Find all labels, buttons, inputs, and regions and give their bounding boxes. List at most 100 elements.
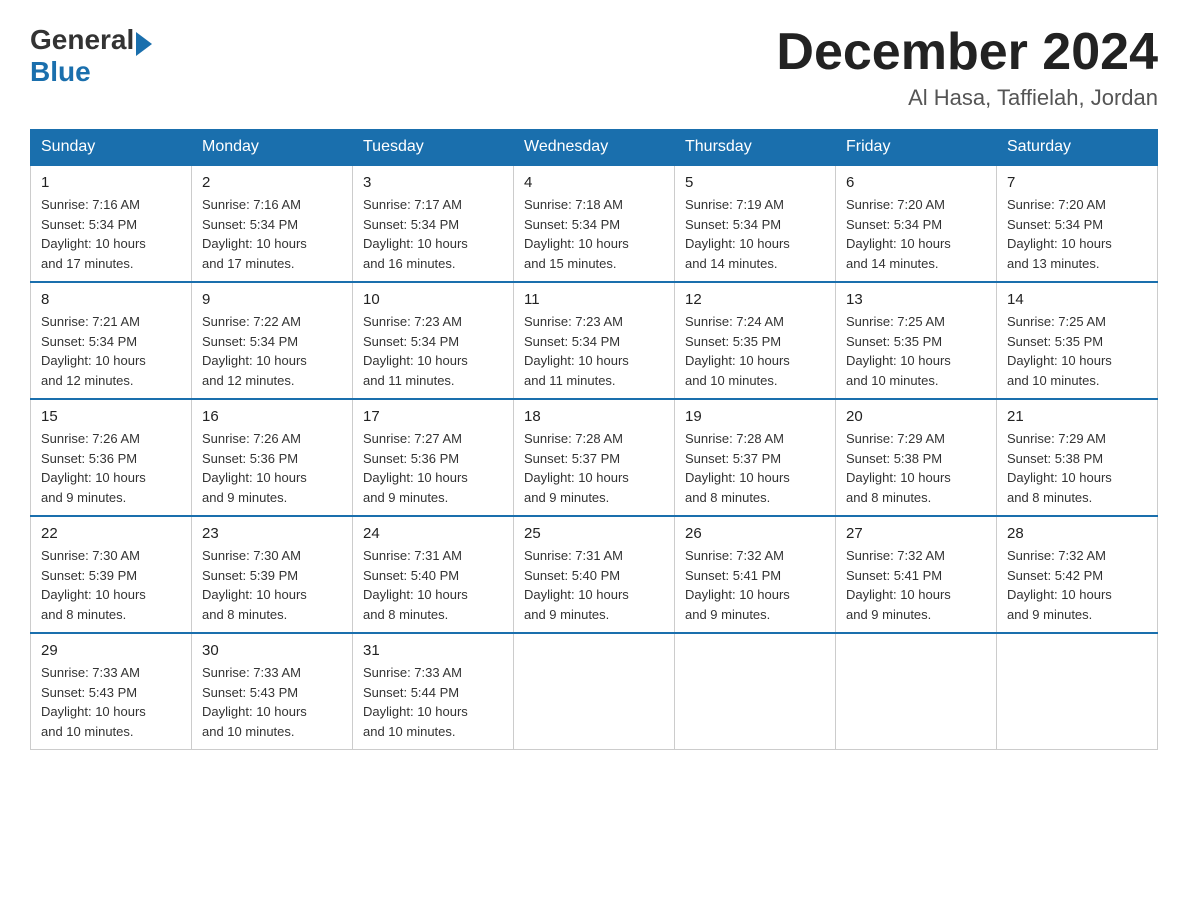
calendar-cell: 3Sunrise: 7:17 AM Sunset: 5:34 PM Daylig… bbox=[353, 165, 514, 282]
calendar-cell: 2Sunrise: 7:16 AM Sunset: 5:34 PM Daylig… bbox=[192, 165, 353, 282]
calendar-week-row: 29 Sunrise: 7:33 AM Sunset: 5:43 PM Dayli… bbox=[31, 633, 1158, 750]
day-info: Sunrise: 7:22 AM Sunset: 5:34 PM Dayligh… bbox=[202, 312, 342, 390]
calendar-cell: 4 Sunrise: 7:18 AM Sunset: 5:34 PM Daylig… bbox=[514, 165, 675, 282]
day-info: Sunrise: 7:27 AM Sunset: 5:36 PM Dayligh… bbox=[363, 429, 503, 507]
day-info: Sunrise: 7:29 AM Sunset: 5:38 PM Dayligh… bbox=[846, 429, 986, 507]
day-number: 28 bbox=[1007, 525, 1147, 542]
day-info: Sunrise: 7:18 AM Sunset: 5:34 PM Dayligh… bbox=[524, 195, 664, 273]
day-info: Sunrise: 7:16 AM Sunset: 5:34 PM Dayligh… bbox=[41, 195, 181, 273]
calendar-cell: 17 Sunrise: 7:27 AM Sunset: 5:36 PM Dayli… bbox=[353, 399, 514, 516]
calendar-cell bbox=[675, 633, 836, 750]
day-number: 19 bbox=[685, 408, 825, 425]
calendar-cell: 19 Sunrise: 7:28 AM Sunset: 5:37 PM Dayli… bbox=[675, 399, 836, 516]
calendar-cell: 12 Sunrise: 7:24 AM Sunset: 5:35 PM Dayli… bbox=[675, 282, 836, 399]
calendar-week-row: 8 Sunrise: 7:21 AM Sunset: 5:34 PM Daylig… bbox=[31, 282, 1158, 399]
day-info: Sunrise: 7:23 AM Sunset: 5:34 PM Dayligh… bbox=[363, 312, 503, 390]
logo-blue-text: Blue bbox=[30, 56, 91, 88]
calendar-table: SundayMondayTuesdayWednesdayThursdayFrid… bbox=[30, 129, 1158, 750]
title-section: December 2024 Al Hasa, Taffielah, Jordan bbox=[776, 24, 1158, 111]
day-info: Sunrise: 7:24 AM Sunset: 5:35 PM Dayligh… bbox=[685, 312, 825, 390]
day-number: 3 bbox=[363, 174, 503, 191]
day-number: 4 bbox=[524, 174, 664, 191]
day-info: Sunrise: 7:28 AM Sunset: 5:37 PM Dayligh… bbox=[685, 429, 825, 507]
calendar-cell bbox=[836, 633, 997, 750]
calendar-cell: 20 Sunrise: 7:29 AM Sunset: 5:38 PM Dayli… bbox=[836, 399, 997, 516]
day-number: 27 bbox=[846, 525, 986, 542]
day-number: 15 bbox=[41, 408, 181, 425]
day-number: 10 bbox=[363, 291, 503, 308]
calendar-header-saturday: Saturday bbox=[997, 130, 1158, 166]
day-number: 6 bbox=[846, 174, 986, 191]
calendar-header-row: SundayMondayTuesdayWednesdayThursdayFrid… bbox=[31, 130, 1158, 166]
day-number: 14 bbox=[1007, 291, 1147, 308]
calendar-cell: 25Sunrise: 7:31 AM Sunset: 5:40 PM Dayli… bbox=[514, 516, 675, 633]
calendar-cell: 14Sunrise: 7:25 AM Sunset: 5:35 PM Dayli… bbox=[997, 282, 1158, 399]
day-info: Sunrise: 7:20 AM Sunset: 5:34 PM Dayligh… bbox=[1007, 195, 1147, 273]
day-info: Sunrise: 7:33 AM Sunset: 5:43 PM Dayligh… bbox=[41, 663, 181, 741]
day-info: Sunrise: 7:33 AM Sunset: 5:44 PM Dayligh… bbox=[363, 663, 503, 741]
calendar-cell: 9 Sunrise: 7:22 AM Sunset: 5:34 PM Daylig… bbox=[192, 282, 353, 399]
calendar-cell bbox=[514, 633, 675, 750]
calendar-cell: 1 Sunrise: 7:16 AM Sunset: 5:34 PM Daylig… bbox=[31, 165, 192, 282]
logo: General Blue bbox=[30, 24, 152, 88]
calendar-cell: 11 Sunrise: 7:23 AM Sunset: 5:34 PM Dayli… bbox=[514, 282, 675, 399]
day-number: 31 bbox=[363, 642, 503, 659]
day-number: 8 bbox=[41, 291, 181, 308]
logo-general-text: General bbox=[30, 24, 134, 56]
calendar-cell: 6 Sunrise: 7:20 AM Sunset: 5:34 PM Daylig… bbox=[836, 165, 997, 282]
day-number: 22 bbox=[41, 525, 181, 542]
day-info: Sunrise: 7:31 AM Sunset: 5:40 PM Dayligh… bbox=[363, 546, 503, 624]
calendar-cell: 13Sunrise: 7:25 AM Sunset: 5:35 PM Dayli… bbox=[836, 282, 997, 399]
calendar-cell: 16 Sunrise: 7:26 AM Sunset: 5:36 PM Dayli… bbox=[192, 399, 353, 516]
day-info: Sunrise: 7:23 AM Sunset: 5:34 PM Dayligh… bbox=[524, 312, 664, 390]
calendar-cell: 22 Sunrise: 7:30 AM Sunset: 5:39 PM Dayli… bbox=[31, 516, 192, 633]
calendar-header-monday: Monday bbox=[192, 130, 353, 166]
calendar-cell: 15 Sunrise: 7:26 AM Sunset: 5:36 PM Dayli… bbox=[31, 399, 192, 516]
calendar-cell: 28Sunrise: 7:32 AM Sunset: 5:42 PM Dayli… bbox=[997, 516, 1158, 633]
day-info: Sunrise: 7:33 AM Sunset: 5:43 PM Dayligh… bbox=[202, 663, 342, 741]
day-number: 29 bbox=[41, 642, 181, 659]
day-info: Sunrise: 7:30 AM Sunset: 5:39 PM Dayligh… bbox=[41, 546, 181, 624]
calendar-cell: 30Sunrise: 7:33 AM Sunset: 5:43 PM Dayli… bbox=[192, 633, 353, 750]
day-info: Sunrise: 7:26 AM Sunset: 5:36 PM Dayligh… bbox=[202, 429, 342, 507]
calendar-cell: 26 Sunrise: 7:32 AM Sunset: 5:41 PM Dayli… bbox=[675, 516, 836, 633]
calendar-cell: 23Sunrise: 7:30 AM Sunset: 5:39 PM Dayli… bbox=[192, 516, 353, 633]
day-info: Sunrise: 7:28 AM Sunset: 5:37 PM Dayligh… bbox=[524, 429, 664, 507]
calendar-week-row: 1 Sunrise: 7:16 AM Sunset: 5:34 PM Daylig… bbox=[31, 165, 1158, 282]
day-info: Sunrise: 7:21 AM Sunset: 5:34 PM Dayligh… bbox=[41, 312, 181, 390]
day-info: Sunrise: 7:20 AM Sunset: 5:34 PM Dayligh… bbox=[846, 195, 986, 273]
day-number: 1 bbox=[41, 174, 181, 191]
calendar-cell: 5Sunrise: 7:19 AM Sunset: 5:34 PM Daylig… bbox=[675, 165, 836, 282]
day-number: 21 bbox=[1007, 408, 1147, 425]
calendar-week-row: 22 Sunrise: 7:30 AM Sunset: 5:39 PM Dayli… bbox=[31, 516, 1158, 633]
day-info: Sunrise: 7:26 AM Sunset: 5:36 PM Dayligh… bbox=[41, 429, 181, 507]
day-info: Sunrise: 7:19 AM Sunset: 5:34 PM Dayligh… bbox=[685, 195, 825, 273]
day-info: Sunrise: 7:30 AM Sunset: 5:39 PM Dayligh… bbox=[202, 546, 342, 624]
calendar-cell: 8 Sunrise: 7:21 AM Sunset: 5:34 PM Daylig… bbox=[31, 282, 192, 399]
day-number: 17 bbox=[363, 408, 503, 425]
calendar-header-sunday: Sunday bbox=[31, 130, 192, 166]
day-number: 9 bbox=[202, 291, 342, 308]
logo-arrow-icon bbox=[136, 32, 152, 56]
calendar-cell bbox=[997, 633, 1158, 750]
day-number: 26 bbox=[685, 525, 825, 542]
day-number: 7 bbox=[1007, 174, 1147, 191]
page-header: General Blue December 2024 Al Hasa, Taff… bbox=[30, 24, 1158, 111]
day-info: Sunrise: 7:31 AM Sunset: 5:40 PM Dayligh… bbox=[524, 546, 664, 624]
calendar-cell: 29 Sunrise: 7:33 AM Sunset: 5:43 PM Dayli… bbox=[31, 633, 192, 750]
calendar-week-row: 15 Sunrise: 7:26 AM Sunset: 5:36 PM Dayli… bbox=[31, 399, 1158, 516]
day-number: 20 bbox=[846, 408, 986, 425]
day-number: 12 bbox=[685, 291, 825, 308]
calendar-header-friday: Friday bbox=[836, 130, 997, 166]
day-info: Sunrise: 7:32 AM Sunset: 5:41 PM Dayligh… bbox=[846, 546, 986, 624]
calendar-header-tuesday: Tuesday bbox=[353, 130, 514, 166]
calendar-cell: 7 Sunrise: 7:20 AM Sunset: 5:34 PM Daylig… bbox=[997, 165, 1158, 282]
day-info: Sunrise: 7:29 AM Sunset: 5:38 PM Dayligh… bbox=[1007, 429, 1147, 507]
day-info: Sunrise: 7:32 AM Sunset: 5:41 PM Dayligh… bbox=[685, 546, 825, 624]
day-number: 16 bbox=[202, 408, 342, 425]
calendar-cell: 27 Sunrise: 7:32 AM Sunset: 5:41 PM Dayli… bbox=[836, 516, 997, 633]
day-number: 13 bbox=[846, 291, 986, 308]
day-number: 2 bbox=[202, 174, 342, 191]
day-number: 11 bbox=[524, 291, 664, 308]
calendar-cell: 10 Sunrise: 7:23 AM Sunset: 5:34 PM Dayli… bbox=[353, 282, 514, 399]
